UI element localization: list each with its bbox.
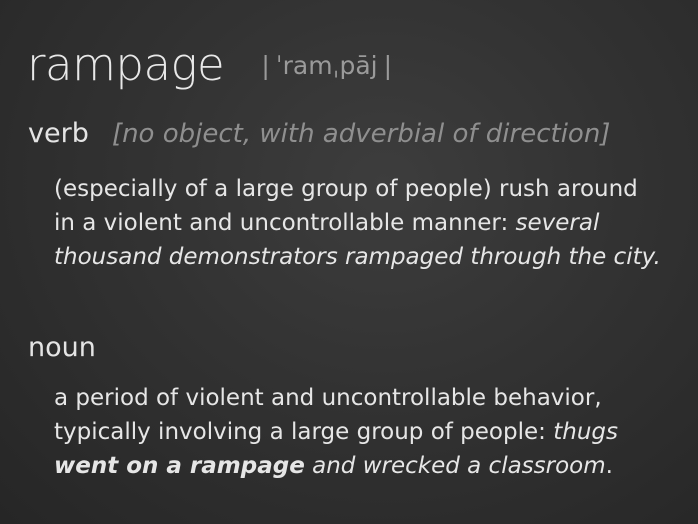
example-line: went on a rampage and wrecked a classroo… [54, 449, 698, 483]
definition-line: (especially of a large group of people) … [54, 176, 638, 202]
sense-noun-header: noun [28, 332, 96, 363]
example-period: . [605, 453, 613, 479]
definition-text: typically involving a large group of peo… [54, 419, 554, 445]
definition-line: a period of violent and uncontrollable b… [54, 385, 602, 411]
example-line: thousand demonstrators rampaged through … [54, 244, 661, 270]
grammar-note: [no object, with adverbial of direction] [111, 119, 611, 149]
definition-line: typically involving a large group of peo… [54, 415, 698, 449]
pronunciation-separator: | [383, 51, 393, 80]
dictionary-panel: rampage | ˈramˌpāj | verb [no object, with… [0, 0, 698, 524]
pronunciation-separator: | [261, 51, 270, 80]
example-headword-phrase: went on a rampage [54, 453, 305, 479]
sense-verb-definition: (especially of a large group of people) … [54, 172, 698, 274]
example-text: thugs [553, 419, 618, 445]
pronunciation: | ˈramˌpāj | [255, 51, 398, 80]
definition-line: in a violent and uncontrollable manner: … [54, 206, 698, 240]
sense-verb-header: verb [no object, with adverbial of direc… [28, 118, 610, 149]
part-of-speech: verb [28, 118, 89, 149]
pronunciation-text: ˈramˌpāj [275, 51, 378, 80]
entry-header: rampage | ˈramˌpāj | [27, 38, 398, 91]
sense-noun-definition: a period of violent and uncontrollable b… [54, 381, 698, 483]
example-text: several [515, 210, 600, 236]
part-of-speech: noun [28, 332, 96, 363]
headword: rampage [27, 38, 225, 91]
example-text: and wrecked a classroom [304, 453, 606, 479]
definition-text: in a violent and uncontrollable manner: [54, 210, 516, 236]
